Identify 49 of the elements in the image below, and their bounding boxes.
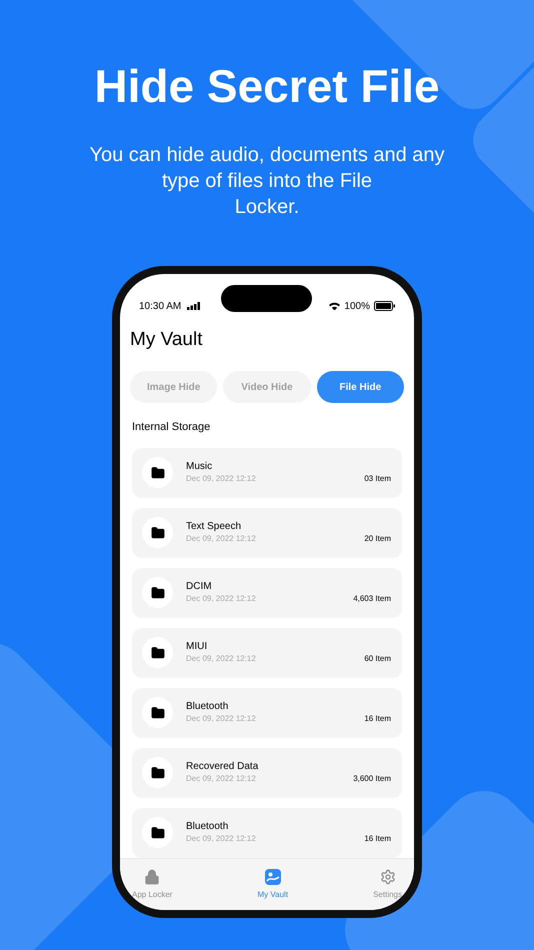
status-time: 10:30 AM [139,300,182,314]
item-count: 60 Item [364,652,391,664]
folder-name: DCIM [186,580,213,593]
lock-icon [144,869,160,885]
folder-date: Dec 09, 2022 12:12 [186,833,257,845]
folder-name: MIUI [186,640,208,653]
subtitle-line: Locker. [234,195,300,220]
item-count: 3,600 Item [353,772,391,784]
folder-date: Dec 09, 2022 12:12 [186,473,257,485]
folder-date: Dec 09, 2022 12:12 [186,773,257,785]
folder-row[interactable]: MIUI Dec 09, 2022 12:12 60 Item [132,628,402,678]
folder-icon [150,466,164,480]
folder-icon [150,646,164,660]
item-count: 16 Item [364,712,391,724]
photo-icon [264,869,281,885]
folder-name: Bluetooth [186,700,230,713]
battery-icon [374,301,395,311]
folder-date: Dec 09, 2022 12:12 [186,653,257,665]
settings-icon [380,869,396,885]
signal-icon [187,302,202,310]
headline: Hide Secret File [94,59,440,114]
folder-date: Dec 09, 2022 12:12 [186,713,257,725]
battery-percent: 100% [344,300,370,314]
folder-icon [150,526,164,540]
item-count: 16 Item [364,832,391,844]
folder-name: Text Speech [186,520,242,533]
folder-row[interactable]: Bluetooth Dec 09, 2022 12:12 16 Item [132,688,402,738]
folder-row[interactable]: Recovered Data Dec 09, 2022 12:12 3,600 Item [132,748,402,798]
subtitle-line: type of files into the File [162,169,372,194]
folder-name: Recovered Data [186,760,260,773]
screen-title: My Vault [129,328,204,352]
subtitle-line: You can hide audio, documents and any [89,143,445,168]
folder-icon [150,766,164,780]
section-label: Internal Storage [131,420,212,435]
folder-row[interactable]: DCIM Dec 09, 2022 12:12 4,603 Item [132,568,402,618]
folder-date: Dec 09, 2022 12:12 [186,593,257,605]
folder-row[interactable]: Music Dec 09, 2022 12:12 03 Item [132,448,402,498]
folder-row[interactable]: Text Speech Dec 09, 2022 12:12 20 Item [132,508,402,558]
folder-row[interactable]: Bluetooth Dec 09, 2022 12:12 16 Item [132,808,402,858]
folder-icon [150,826,164,840]
item-count: 4,603 Item [353,592,391,604]
wifi-icon [329,302,340,310]
folder-date: Dec 09, 2022 12:12 [186,533,257,545]
folder-name: Music [186,460,214,473]
item-count: 20 Item [364,532,391,544]
item-count: 03 Item [364,472,391,484]
folder-icon [150,586,164,600]
folder-name: Bluetooth [186,820,230,833]
folder-icon [150,706,164,720]
